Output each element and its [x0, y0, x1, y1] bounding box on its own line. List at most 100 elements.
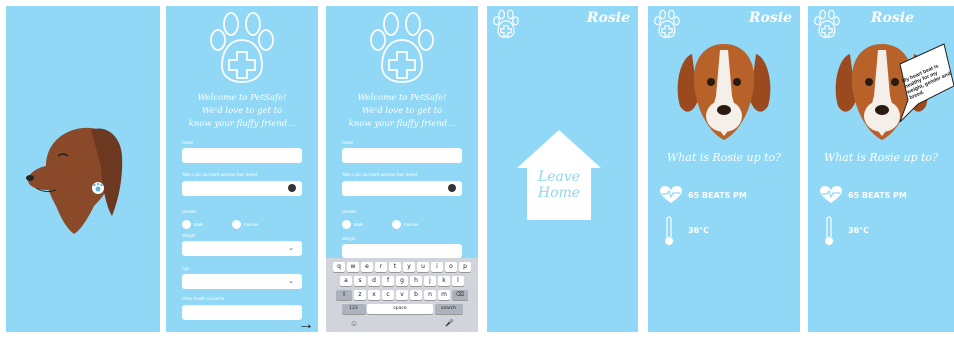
leave-home-button[interactable]: Leave Home [515, 126, 603, 222]
paw-cross-logo-icon [370, 12, 434, 83]
key[interactable]: y [402, 262, 416, 272]
paw-cross-logo-icon [493, 9, 519, 39]
weight-select[interactable]: ⌄ [182, 241, 302, 256]
camera-icon[interactable] [288, 184, 296, 192]
name-field[interactable] [342, 148, 462, 163]
keyboard-row-1: q w e r t y u i o p [326, 262, 478, 272]
key[interactable]: m [437, 290, 451, 300]
heart-rate-icon [820, 186, 842, 203]
keyboard-row-4: 123 space search [326, 304, 478, 314]
name-field[interactable] [182, 148, 302, 163]
weight-label: Weight [182, 233, 196, 238]
male-label: Male [194, 222, 204, 227]
welcome-text-line3: know your fluffy friend... [348, 119, 456, 129]
pet-name-header: Rosie [748, 10, 792, 26]
key[interactable]: h [409, 276, 423, 286]
welcome-text-line2: We'd love to get to [201, 106, 283, 116]
key[interactable]: a [339, 276, 353, 286]
key[interactable]: j [423, 276, 437, 286]
chevron-down-icon: ⌄ [288, 278, 294, 285]
key[interactable]: z [353, 290, 367, 300]
welcome-text-line1: Welcome to PetSafe! [357, 93, 447, 103]
space-key[interactable]: space [367, 304, 433, 314]
keyboard-row-3: ⇧ z x c v b n m ⌫ [326, 290, 478, 300]
leave-home-label-line2: Home [537, 185, 581, 201]
emoji-icon[interactable]: ☺ [350, 319, 358, 328]
paw-cross-logo-icon [654, 9, 680, 39]
keyboard-row-2: a s d f g h j k l [326, 276, 478, 286]
temperature-value: 38°C [848, 226, 870, 235]
splash-screen [6, 6, 160, 332]
key[interactable]: s [353, 276, 367, 286]
next-arrow-button[interactable]: → [298, 316, 314, 332]
leave-home-screen: Rosie Leave Home [487, 6, 638, 332]
key[interactable]: g [395, 276, 409, 286]
age-select[interactable]: ⌄ [182, 274, 302, 289]
female-label: Female [404, 222, 419, 227]
welcome-text-line3: know your fluffy friend... [188, 119, 296, 129]
key[interactable]: d [367, 276, 381, 286]
heart-rate-value: 65 BEATS PM [848, 191, 907, 200]
paw-cross-logo-icon [814, 9, 840, 39]
shift-key[interactable]: ⇧ [336, 290, 353, 300]
dog-photo [677, 44, 771, 140]
key[interactable]: k [437, 276, 451, 286]
chevron-down-icon: ⌄ [288, 245, 294, 252]
on-screen-keyboard: q w e r t y u i o p a s d f g h j k l ⇧ … [326, 258, 478, 332]
name-label: Name [182, 140, 194, 145]
registration-keyboard-screen: Welcome to PetSafe! We'd love to get to … [326, 6, 478, 332]
key[interactable]: b [409, 290, 423, 300]
gender-label: Gender [342, 209, 357, 214]
activity-question: What is Rosie up to? [666, 151, 782, 164]
male-label: Male [354, 222, 364, 227]
male-radio[interactable] [342, 220, 351, 229]
weight-select[interactable] [342, 244, 462, 258]
key[interactable]: w [346, 262, 360, 272]
breed-photo-field[interactable] [182, 181, 302, 196]
female-label: Female [244, 222, 259, 227]
age-label: Age [182, 266, 190, 271]
key[interactable]: n [423, 290, 437, 300]
pet-status-bubble-screen: Rosie My heart beat is healthy for my we… [808, 6, 954, 332]
key[interactable]: p [458, 262, 472, 272]
breed-label: Take a pic and we'll analyse their breed [182, 172, 257, 177]
microphone-icon[interactable]: 🎤 [445, 319, 454, 327]
camera-icon[interactable] [448, 184, 456, 192]
numbers-key[interactable]: 123 [341, 304, 366, 314]
thermometer-icon [825, 216, 833, 245]
key[interactable]: l [451, 276, 465, 286]
key[interactable]: i [430, 262, 444, 272]
key[interactable]: t [388, 262, 402, 272]
activity-question: What is Rosie up to? [823, 151, 939, 164]
key[interactable]: e [360, 262, 374, 272]
key[interactable]: o [444, 262, 458, 272]
key[interactable]: c [381, 290, 395, 300]
pet-name-header: Rosie [870, 10, 914, 26]
concerns-label: Other health concerns [182, 296, 225, 301]
registration-screen: Welcome to PetSafe! We'd love to get to … [166, 6, 318, 332]
key[interactable]: v [395, 290, 409, 300]
breed-photo-field[interactable] [342, 181, 462, 196]
key[interactable]: u [416, 262, 430, 272]
male-radio[interactable] [182, 220, 191, 229]
dog-logo-icon [26, 127, 123, 234]
welcome-text-line2: We'd love to get to [361, 106, 443, 116]
heart-rate-value: 65 BEATS PM [688, 191, 747, 200]
female-radio[interactable] [392, 220, 401, 229]
backspace-key[interactable]: ⌫ [451, 290, 468, 300]
leave-home-label-line1: Leave [537, 169, 581, 185]
search-key[interactable]: search [434, 304, 463, 314]
breed-label: Take a pic and we'll analyse their breed [342, 172, 417, 177]
thermometer-icon [665, 216, 673, 245]
concerns-field[interactable] [182, 305, 302, 320]
female-radio[interactable] [232, 220, 241, 229]
key[interactable]: q [332, 262, 346, 272]
weight-label: Weight [342, 236, 356, 241]
key[interactable]: x [367, 290, 381, 300]
key[interactable]: r [374, 262, 388, 272]
temperature-value: 38°C [688, 226, 710, 235]
welcome-text-line1: Welcome to PetSafe! [197, 93, 287, 103]
paw-cross-logo-icon [210, 12, 274, 83]
name-label: Name [342, 140, 354, 145]
key[interactable]: f [381, 276, 395, 286]
